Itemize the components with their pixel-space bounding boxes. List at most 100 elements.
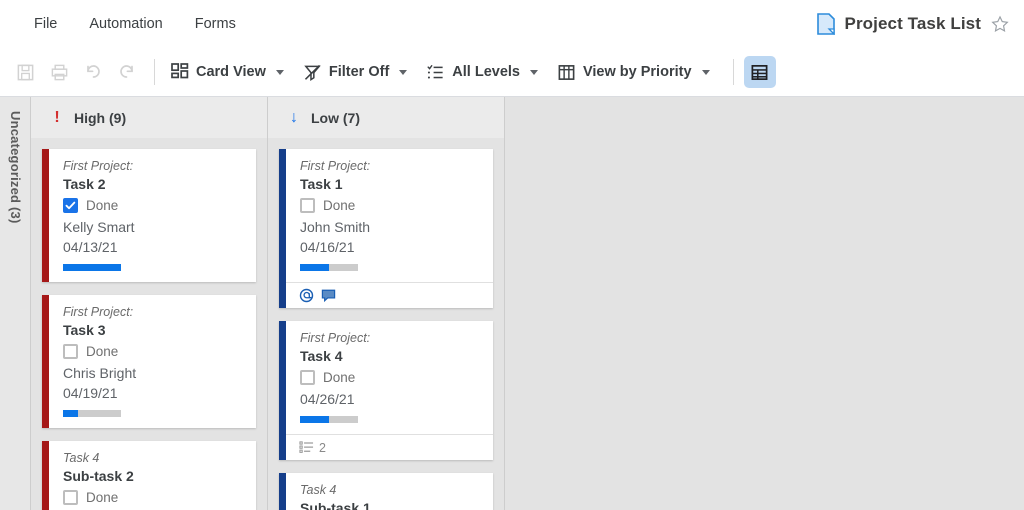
print-icon[interactable] <box>42 55 76 89</box>
card-task-title: Sub-task 2 <box>63 468 134 484</box>
card-footer <box>286 282 493 308</box>
card-parent-label: First Project: <box>63 159 134 173</box>
task-card[interactable]: First Project: Task 4 Done 04/26/21 2 <box>279 321 493 460</box>
levels-button[interactable]: All Levels <box>420 59 544 86</box>
done-label: Done <box>86 344 119 359</box>
card-task-title: Sub-task 1 <box>300 500 371 510</box>
card-body: First Project: Task 1 Done John Smith 04/16/… <box>286 149 493 282</box>
levels-list-icon <box>427 64 443 79</box>
done-checkbox[interactable] <box>63 344 78 359</box>
card-body: First Project: Task 4 Done 04/26/21 <box>286 321 493 434</box>
card-parent-label: First Project: <box>300 159 371 173</box>
card-task-title: Task 1 <box>300 176 343 192</box>
done-checkbox[interactable] <box>300 198 315 213</box>
group-rail-label: Uncategorized (3) <box>8 111 23 224</box>
column-title: Low (7) <box>311 109 360 126</box>
board-empty-area <box>527 97 1024 510</box>
card-progress-fill <box>300 416 329 423</box>
column-header-high[interactable]: ! High (9) <box>31 97 267 138</box>
board-area: Uncategorized (3) ! High (9) First Project… <box>0 97 1024 510</box>
filter-button[interactable]: Filter Off <box>297 59 413 86</box>
document-title-group: Project Task List <box>816 0 1011 48</box>
card-assignee: Kelly Smart <box>63 219 135 235</box>
card-footer-badge[interactable] <box>321 288 336 303</box>
card-parent-label: First Project: <box>63 305 134 319</box>
card-body: Task 4Sub-task 1Done <box>286 473 493 510</box>
menu-file[interactable]: File <box>18 12 73 36</box>
subtask-list-icon <box>299 441 314 453</box>
view-mode-label: Card View <box>196 64 266 80</box>
card-assignee: John Smith <box>300 219 371 235</box>
group-rail-label-wrap: Uncategorized (3) <box>0 111 31 371</box>
board-column-high: ! High (9) First Project: Task 2 Done Kelly S… <box>31 97 268 510</box>
card-done-row: Done <box>300 370 480 385</box>
card-done-row: Done <box>63 344 243 359</box>
card-progress-fill <box>63 264 121 271</box>
card-done-row: Done <box>63 490 243 505</box>
done-checkbox[interactable] <box>300 370 315 385</box>
card-parent-label: First Project: <box>300 331 371 345</box>
column-title: High (9) <box>74 109 127 126</box>
group-rail-uncategorized[interactable]: Uncategorized (3) <box>0 97 31 510</box>
grouping-button[interactable]: View by Priority <box>551 59 716 86</box>
card-inner: First Project: Task 1 Done John Smith 04/16/… <box>286 149 493 308</box>
menu-bar: File Automation Forms Project Task List <box>0 0 1024 48</box>
task-card[interactable]: Task 4Sub-task 2Done04/26/21 <box>42 441 256 510</box>
card-progress-fill <box>300 264 329 271</box>
card-progress-bar <box>300 264 358 271</box>
save-icon[interactable] <box>8 55 42 89</box>
card-due-date: 04/26/21 <box>300 391 355 407</box>
menu-automation[interactable]: Automation <box>73 12 178 36</box>
done-label: Done <box>323 198 356 213</box>
card-priority-stripe <box>42 441 49 510</box>
view-mode-button[interactable]: Card View <box>165 59 290 85</box>
board-column-low: ↓ Low (7) First Project: Task 1 Done John Smi… <box>268 97 505 510</box>
card-due-date: 04/19/21 <box>63 385 118 401</box>
card-progress-bar <box>63 264 121 271</box>
card-progress-bar <box>300 416 358 423</box>
done-label: Done <box>323 370 356 385</box>
card-priority-stripe <box>279 149 286 308</box>
card-inner: First Project: Task 2 Done Kelly Smart 04/13… <box>49 149 256 282</box>
toolbar: Card View Filter Off All Levels View by … <box>0 48 1024 97</box>
card-task-title: Task 2 <box>63 176 106 192</box>
done-checkbox[interactable] <box>63 490 78 505</box>
levels-label: All Levels <box>452 64 520 80</box>
column-card-list: First Project: Task 1 Done John Smith 04/16/… <box>268 138 504 510</box>
task-card[interactable]: Task 4Sub-task 1Done <box>279 473 493 510</box>
done-label: Done <box>86 490 119 505</box>
redo-icon[interactable] <box>110 55 144 89</box>
chevron-down-icon <box>399 69 408 75</box>
task-card[interactable]: First Project: Task 3 Done Chris Bright 04/1… <box>42 295 256 428</box>
card-assignee: Chris Bright <box>63 365 137 381</box>
menu-forms[interactable]: Forms <box>179 12 252 36</box>
card-due-date: 04/13/21 <box>63 239 118 255</box>
undo-icon[interactable] <box>76 55 110 89</box>
comment-icon <box>321 289 336 303</box>
card-footer-badge[interactable] <box>299 288 314 303</box>
task-card[interactable]: First Project: Task 1 Done John Smith 04/16/… <box>279 149 493 308</box>
card-inner: Task 4Sub-task 1Done <box>286 473 493 510</box>
card-footer-badge[interactable]: 2 <box>299 440 326 455</box>
card-priority-stripe <box>42 295 49 428</box>
star-outline-icon[interactable] <box>990 14 1010 34</box>
columns-icon <box>558 64 575 80</box>
task-card[interactable]: First Project: Task 2 Done Kelly Smart 04/13… <box>42 149 256 282</box>
page-title: Project Task List <box>844 14 981 33</box>
card-done-row: Done <box>300 198 480 213</box>
done-checkbox[interactable] <box>63 198 78 213</box>
card-progress-fill <box>63 410 79 417</box>
board-columns: ! High (9) First Project: Task 2 Done Kelly S… <box>31 97 528 510</box>
grid-view-toggle[interactable] <box>743 56 776 88</box>
card-priority-stripe <box>42 149 49 282</box>
high-priority-icon: ! <box>54 108 60 126</box>
filter-off-icon <box>304 64 321 81</box>
card-view-icon <box>171 63 189 79</box>
attachment-icon <box>299 288 314 303</box>
column-header-low[interactable]: ↓ Low (7) <box>268 97 504 138</box>
card-inner: First Project: Task 3 Done Chris Bright 04/1… <box>49 295 256 428</box>
chevron-down-icon <box>529 69 538 75</box>
column-card-list: First Project: Task 2 Done Kelly Smart 04/13… <box>31 138 267 510</box>
card-body: Task 4Sub-task 2Done04/26/21 <box>49 441 256 510</box>
chevron-down-icon <box>275 69 284 75</box>
